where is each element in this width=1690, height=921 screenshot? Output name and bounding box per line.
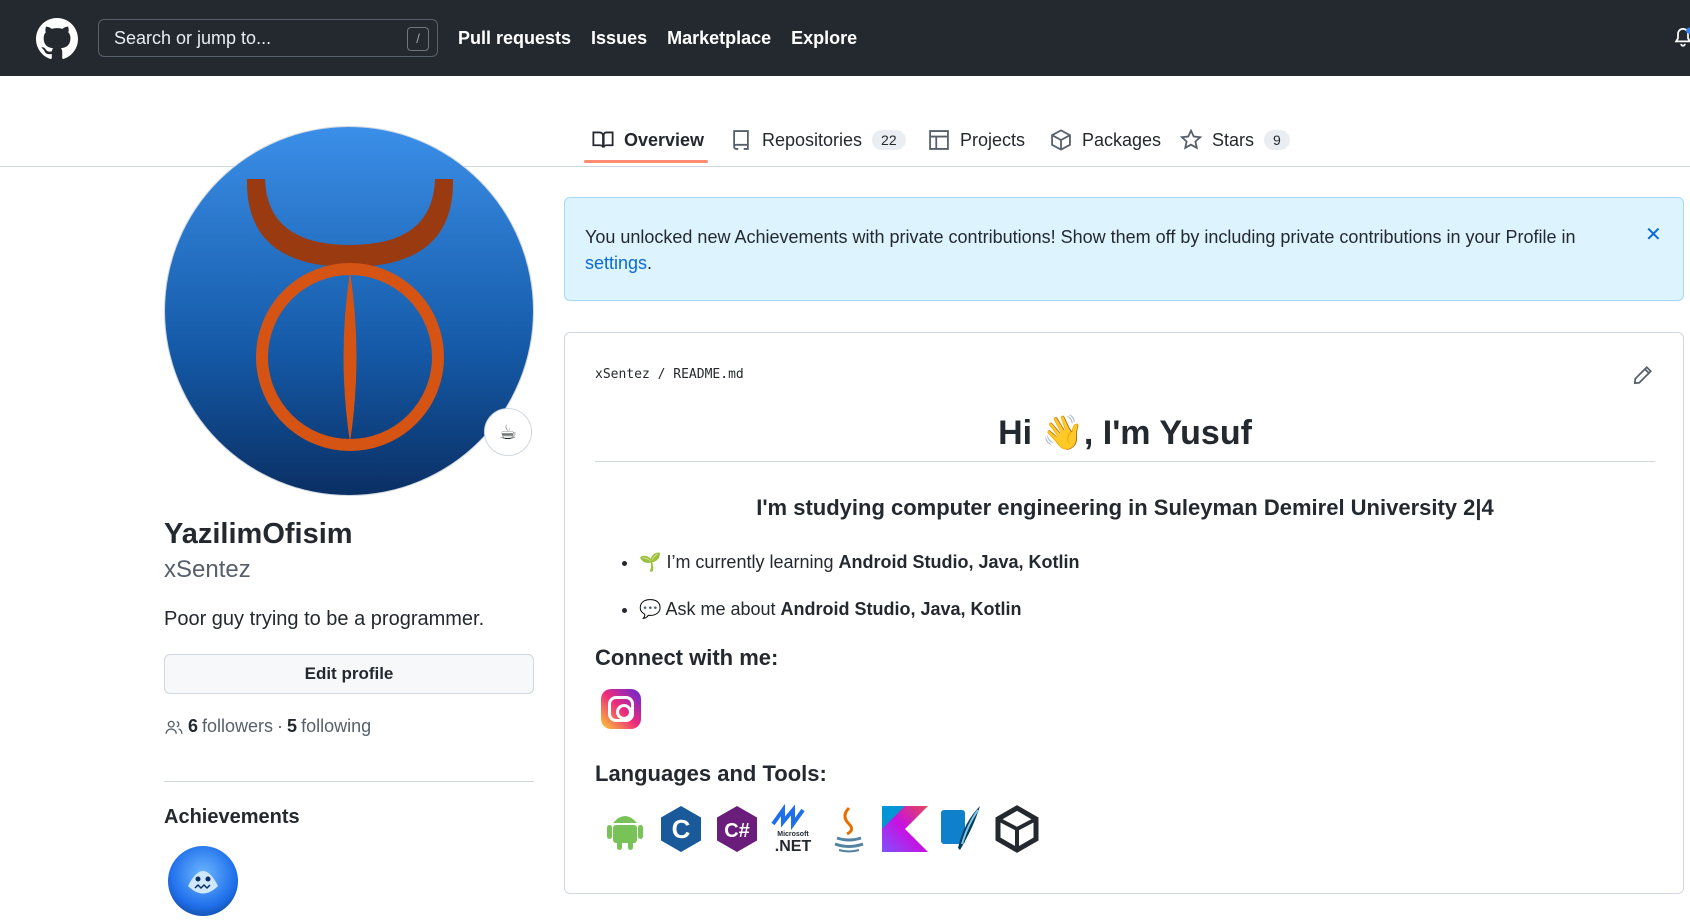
tools-heading: Languages and Tools:: [595, 761, 827, 786]
dotnet-big-label: .NET: [775, 838, 812, 854]
pencil-icon[interactable]: [1633, 365, 1653, 385]
achievements-title: Achievements: [164, 806, 300, 828]
star-icon: [1180, 129, 1202, 150]
tab-stars-label: Stars: [1212, 129, 1255, 150]
github-logo-icon[interactable]: [36, 18, 78, 60]
sidebar-divider: [164, 781, 534, 782]
android-icon: [601, 803, 649, 855]
dotnet-icon: Microsoft .NET: [769, 803, 817, 855]
close-icon[interactable]: ✕: [1645, 222, 1662, 247]
flash-message-text: You unlocked new Achievements with priva…: [585, 227, 1576, 247]
instagram-icon[interactable]: [601, 689, 641, 729]
heading-name: , I'm Yusuf: [1083, 414, 1252, 452]
tab-packages-label: Packages: [1082, 129, 1162, 150]
readme-subtitle: I'm studying computer engineering in Sul…: [756, 495, 1494, 520]
nav-explore[interactable]: Explore: [791, 28, 857, 49]
slash-shortcut-hint: /: [407, 27, 429, 51]
active-tab-underline: [584, 160, 708, 163]
taurus-avatar-image: [165, 127, 533, 495]
profile-login: xSentez: [164, 556, 251, 583]
bell-icon[interactable]: [1673, 26, 1690, 48]
readme-heading: Hi 👋, I'm Yusuf: [595, 413, 1655, 462]
wave-emoji: 👋: [1041, 414, 1084, 452]
profile-name: YazilimOfisim: [164, 518, 353, 550]
flash-period: .: [647, 253, 653, 273]
java-icon: [825, 803, 873, 855]
global-nav: Pull requests Issues Marketplace Explore: [458, 0, 857, 76]
list-item: 💬 Ask me about Android Studio, Java, Kot…: [639, 586, 1080, 633]
tab-projects[interactable]: Projects: [928, 120, 1025, 160]
bullet-text: Ask me about: [665, 599, 781, 619]
tab-repositories[interactable]: Repositories 22: [730, 120, 906, 160]
status-emoji-button[interactable]: ☕: [484, 408, 532, 456]
csharp-label: C#: [724, 820, 750, 842]
flash-message: You unlocked new Achievements with priva…: [585, 224, 1585, 276]
readme-path: xSentez / README.md: [595, 367, 744, 382]
bullet-bold: Android Studio, Java, Kotlin: [838, 552, 1080, 572]
readme-filename[interactable]: README.md: [673, 367, 743, 382]
kotlin-icon: [881, 803, 929, 855]
repositories-count-badge: 22: [872, 130, 906, 150]
nav-pull-requests[interactable]: Pull requests: [458, 28, 571, 49]
tab-overview[interactable]: Overview: [592, 120, 704, 160]
unity-icon: [993, 803, 1041, 855]
package-icon: [1051, 129, 1071, 151]
c-icon: C: [657, 803, 705, 855]
nav-issues[interactable]: Issues: [591, 28, 647, 49]
sqlite-icon: [937, 803, 985, 855]
readme-box: xSentez / README.md Hi 👋, I'm Yusuf I'm …: [564, 332, 1684, 894]
readme-owner[interactable]: xSentez: [595, 367, 650, 382]
bullet-text: I’m currently learning: [666, 552, 839, 572]
c-label: C: [672, 814, 691, 844]
speech-bubble-emoji: 💬: [639, 599, 662, 619]
tab-packages[interactable]: Packages: [1050, 120, 1161, 160]
bullet-bold: Android Studio, Java, Kotlin: [780, 599, 1022, 619]
repo-icon: [733, 130, 749, 150]
table-icon: [929, 130, 949, 150]
stars-count-badge: 9: [1264, 130, 1290, 150]
seedling-emoji: 🌱: [639, 552, 662, 572]
people-icon: [165, 720, 183, 734]
tools-list: C C# Microsoft .NET: [601, 803, 1041, 855]
shark-badge-icon: [188, 871, 218, 894]
profile-bio: Poor guy trying to be a programmer.: [164, 608, 485, 630]
avatar[interactable]: [164, 126, 534, 496]
achievement-badge[interactable]: [168, 846, 238, 916]
search-input[interactable]: [99, 27, 389, 49]
following-count[interactable]: 5: [287, 716, 297, 737]
csharp-icon: C#: [713, 803, 761, 855]
tab-overview-label: Overview: [624, 129, 705, 150]
tab-projects-label: Projects: [960, 129, 1026, 150]
dotnet-small-label: Microsoft: [777, 831, 809, 838]
follow-separator: ·: [277, 716, 284, 736]
tab-stars[interactable]: Stars 9: [1180, 120, 1290, 160]
followers-count[interactable]: 6: [188, 716, 198, 737]
settings-link[interactable]: settings: [585, 253, 647, 273]
readme-path-separator: /: [657, 367, 666, 382]
list-item: 🌱 I’m currently learning Android Studio,…: [639, 539, 1080, 586]
readme-bullet-list: 🌱 I’m currently learning Android Studio,…: [625, 539, 1080, 633]
connect-heading: Connect with me:: [595, 645, 779, 670]
achievements-flash-banner: You unlocked new Achievements with priva…: [564, 197, 1684, 301]
follow-stats: 6 followers · 5 following: [164, 716, 371, 737]
search-box[interactable]: /: [98, 19, 438, 57]
followers-label[interactable]: followers: [202, 716, 273, 737]
following-label[interactable]: following: [301, 716, 371, 737]
nav-marketplace[interactable]: Marketplace: [667, 28, 771, 49]
tab-repositories-label: Repositories: [762, 129, 863, 150]
global-header: / Pull requests Issues Marketplace Explo…: [0, 0, 1690, 76]
book-icon: [592, 131, 614, 148]
edit-profile-button[interactable]: Edit profile: [164, 654, 534, 694]
heading-hi: Hi: [998, 414, 1042, 452]
